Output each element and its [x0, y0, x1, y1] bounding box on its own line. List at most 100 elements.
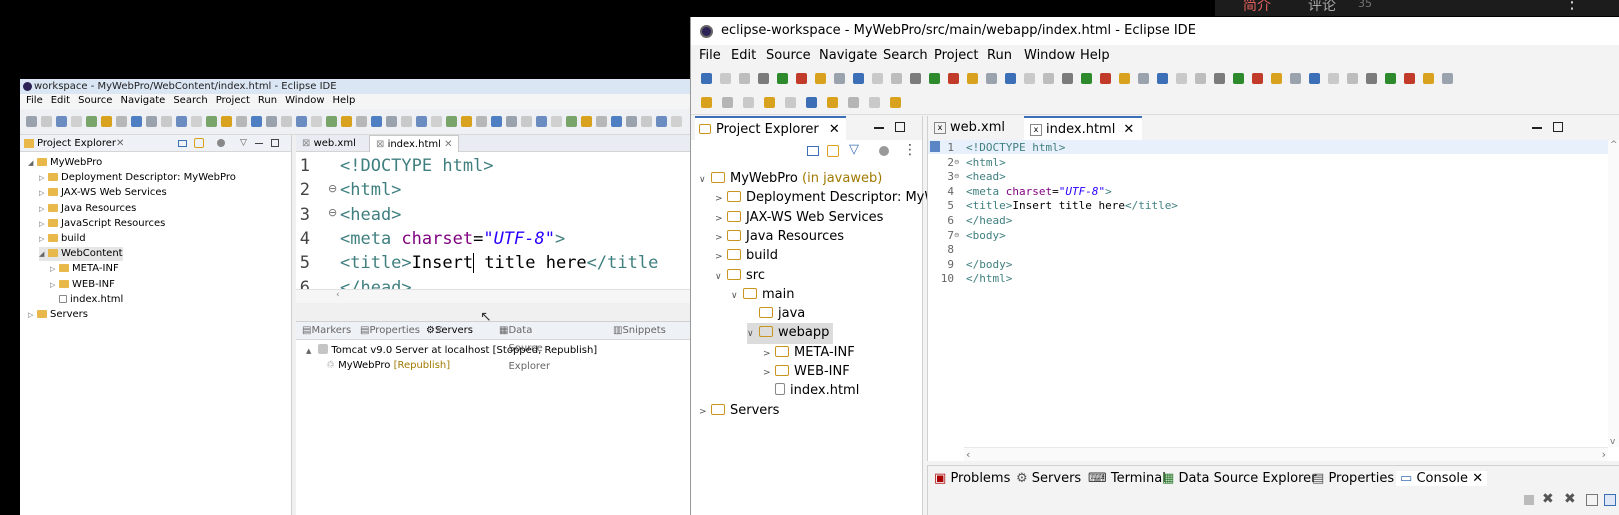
tree-item[interactable]: ◢ MyWebPro [28, 156, 102, 170]
tree-item[interactable]: > Servers [699, 401, 779, 422]
toolbar-button-icon[interactable] [872, 73, 883, 84]
toolbar-button-icon[interactable] [446, 116, 457, 127]
collapsed-arrow-icon[interactable]: ▷ [28, 308, 37, 322]
toolbar-button-icon[interactable] [1290, 73, 1301, 84]
fold-toggle-icon[interactable]: ⊖ [954, 231, 960, 239]
minimize-icon[interactable] [255, 143, 263, 144]
clear-console-icon[interactable] [1586, 494, 1598, 506]
tab-web-xml[interactable]: x web.xml [928, 116, 1013, 140]
toolbar-button-icon[interactable] [796, 73, 807, 84]
collapsed-arrow-icon[interactable]: ▷ [39, 171, 48, 185]
toolbar-button-icon[interactable] [986, 73, 997, 84]
toolbar-button-icon[interactable] [551, 116, 562, 127]
toolbar-button-icon[interactable] [1138, 73, 1149, 84]
toolbar-button-icon[interactable] [386, 116, 397, 127]
expanded-arrow-icon[interactable]: ∨ [747, 325, 759, 344]
toolbar-button-icon[interactable] [1100, 73, 1111, 84]
tree-item[interactable]: ▷ WEB-INF [50, 278, 115, 292]
toolbar-button-icon[interactable] [764, 97, 775, 108]
toolbar-button-icon[interactable] [1233, 73, 1244, 84]
toolbar-button-icon[interactable] [101, 116, 112, 127]
toolbar-button-icon[interactable] [161, 116, 172, 127]
toolbar-button-icon[interactable] [1157, 73, 1168, 84]
toolbar-button-icon[interactable] [416, 116, 427, 127]
link-editor-icon[interactable] [827, 145, 839, 157]
tab-problems[interactable]: ▣ Problems [934, 471, 1010, 486]
close-icon[interactable]: ✕ [1123, 122, 1134, 137]
remove-launch-icon[interactable]: ✖ [1542, 491, 1554, 507]
toolbar-button-icon[interactable] [1176, 73, 1187, 84]
collapsed-arrow-icon[interactable]: ▷ [39, 202, 48, 216]
toolbar-button-icon[interactable] [1271, 73, 1282, 84]
toolbar-button-icon[interactable] [116, 116, 127, 127]
tree-item[interactable]: > JAX-WS Web Services [715, 208, 883, 229]
tree-item[interactable]: ▷ JAX-WS Web Services [39, 186, 167, 200]
toolbar-button-icon[interactable] [720, 73, 731, 84]
tab-snippets[interactable]: ▥ Snippets [613, 322, 666, 340]
toolbar-button-icon[interactable] [71, 116, 82, 127]
toolbar-button-icon[interactable] [967, 73, 978, 84]
toolbar-button-icon[interactable] [1252, 73, 1263, 84]
expanded-arrow-icon[interactable]: ∨ [715, 268, 727, 287]
toolbar-button-icon[interactable] [777, 73, 788, 84]
collapsed-arrow-icon[interactable]: ▷ [39, 217, 48, 231]
toolbar-button-icon[interactable] [1423, 73, 1434, 84]
expanded-arrow-icon[interactable]: ◢ [39, 247, 48, 261]
toolbar-button-icon[interactable] [176, 116, 187, 127]
stop-icon[interactable] [1524, 495, 1534, 505]
collapsed-arrow-icon[interactable]: ▷ [50, 262, 59, 276]
tree-item[interactable]: > Java Resources [715, 227, 844, 248]
toolbar-button-icon[interactable] [1366, 73, 1377, 84]
close-icon[interactable]: ✕ [1472, 471, 1483, 486]
menu-source[interactable]: Source [78, 94, 112, 108]
toolbar-button-icon[interactable] [131, 116, 142, 127]
tree-item[interactable]: ▷ build [39, 232, 86, 246]
menu-project[interactable]: Project [216, 94, 250, 108]
toolbar-button-icon[interactable] [326, 116, 337, 127]
toolbar-button-icon[interactable] [929, 73, 940, 84]
toolbar-button-icon[interactable] [656, 116, 667, 127]
tree-item[interactable]: > Deployment Descriptor: MyWe [715, 188, 944, 209]
menu-search[interactable]: Search [883, 45, 928, 67]
maximize-icon[interactable] [895, 122, 905, 132]
toolbar-button-icon[interactable] [371, 116, 382, 127]
fold-toggle-icon[interactable]: ⊖ [328, 182, 337, 195]
tab-data-source-explorer[interactable]: ▦ Data Source Explorer [1162, 471, 1317, 486]
scroll-lock-icon[interactable] [1604, 494, 1616, 506]
menu-window[interactable]: Window [1024, 45, 1075, 67]
toolbar-button-icon[interactable] [41, 116, 52, 127]
toolbar-button-icon[interactable] [948, 73, 959, 84]
toolbar-button-icon[interactable] [1442, 73, 1453, 84]
tree-item[interactable]: ∨ src [715, 266, 765, 287]
maximize-icon[interactable] [1553, 122, 1563, 132]
toolbar-button-icon[interactable] [611, 116, 622, 127]
horizontal-scrollbar[interactable]: ‹ › [964, 447, 1608, 461]
view-menu-icon[interactable]: ⋮ [903, 142, 917, 158]
tree-item[interactable]: ∨ webapp [747, 323, 834, 345]
toolbar-button-icon[interactable] [785, 97, 796, 108]
toolbar-button-icon[interactable] [815, 73, 826, 84]
fold-toggle-icon[interactable]: ⊖ [954, 172, 960, 180]
menu-file[interactable]: File [699, 45, 721, 67]
close-icon[interactable]: ✕ [116, 135, 124, 152]
toolbar-button-icon[interactable] [1062, 73, 1073, 84]
toolbar-button-icon[interactable] [701, 73, 712, 84]
tab-properties[interactable]: ▤ Properties [1312, 471, 1394, 486]
toolbar-button-icon[interactable] [281, 116, 292, 127]
collapsed-arrow-icon[interactable]: > [763, 345, 775, 364]
toolbar-button-icon[interactable] [236, 116, 247, 127]
toolbar-button-icon[interactable] [506, 116, 517, 127]
menu-run[interactable]: Run [987, 45, 1012, 67]
toolbar-button-icon[interactable] [1385, 73, 1396, 84]
tree-item[interactable]: java [747, 304, 805, 323]
expanded-arrow-icon[interactable]: ∨ [731, 287, 743, 306]
tree-item[interactable]: ◢ WebContent [39, 247, 123, 262]
expanded-arrow-icon[interactable]: ∨ [699, 171, 711, 190]
toolbar-button-icon[interactable] [1347, 73, 1358, 84]
menu-window[interactable]: Window [285, 94, 324, 108]
tab-properties[interactable]: ▤ Properties [360, 322, 420, 340]
tab-intro[interactable]: 简介 [1243, 0, 1271, 15]
remove-all-icon[interactable]: ✖ [1564, 491, 1576, 507]
toolbar-button-icon[interactable] [806, 97, 817, 108]
toolbar-button-icon[interactable] [341, 116, 352, 127]
